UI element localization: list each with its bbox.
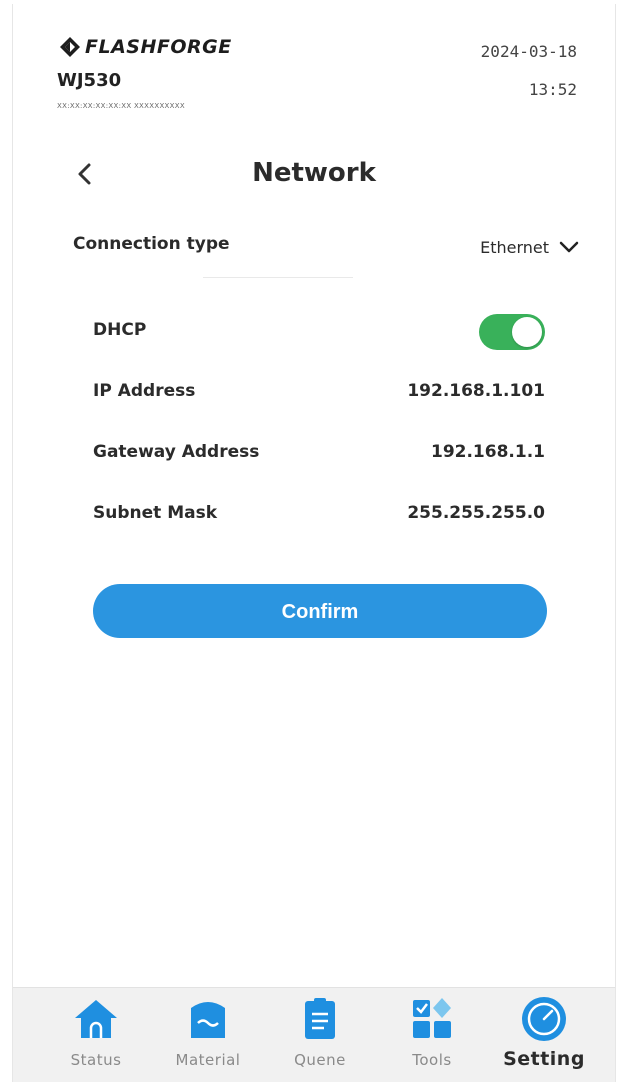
dhcp-row: DHCP xyxy=(93,310,545,371)
connection-type-row: Connection type Ethernet xyxy=(73,232,579,262)
bottom-nav: Status Material Quene Tools Setting xyxy=(13,987,615,1082)
dhcp-label: DHCP xyxy=(93,320,147,340)
device-id: XX:XX:XX:XX:XX:XX XXXXXXXXXX xyxy=(57,102,185,110)
material-icon xyxy=(191,1002,225,1038)
page-title: Network xyxy=(252,158,376,188)
ip-address-value: 192.168.1.101 xyxy=(407,381,545,401)
brand-text: FLASHFORGE xyxy=(85,36,232,58)
app-screen: FLASHFORGE WJ530 XX:XX:XX:XX:XX:XX XXXXX… xyxy=(12,4,616,1082)
chevron-down-icon xyxy=(559,241,579,253)
nav-label-setting: Setting xyxy=(503,1048,585,1070)
gateway-address-label: Gateway Address xyxy=(93,442,260,462)
header: FLASHFORGE WJ530 XX:XX:XX:XX:XX:XX XXXXX… xyxy=(13,4,615,124)
gateway-address-row: Gateway Address 192.168.1.1 xyxy=(93,432,545,493)
nav-label-tools: Tools xyxy=(412,1051,452,1069)
flashforge-logo-icon xyxy=(60,37,80,57)
ip-address-label: IP Address xyxy=(93,381,196,401)
queue-icon xyxy=(305,998,335,1039)
gateway-address-value: 192.168.1.1 xyxy=(430,442,545,462)
subnet-mask-row: Subnet Mask 255.255.255.0 xyxy=(93,493,545,554)
connection-type-value: Ethernet xyxy=(480,237,549,257)
brand-logo: FLASHFORGE xyxy=(59,36,232,58)
confirm-button[interactable]: Confirm xyxy=(93,584,547,638)
connection-type-label: Connection type xyxy=(73,234,230,254)
toggle-knob xyxy=(512,317,542,347)
time-display: 13:52 xyxy=(528,80,577,99)
setting-icon xyxy=(522,997,566,1041)
divider xyxy=(203,277,353,278)
subnet-mask-value: 255.255.255.0 xyxy=(407,503,545,523)
nav-label-material: Material xyxy=(175,1051,241,1069)
title-bar: Network xyxy=(13,152,615,198)
nav-item-tools[interactable]: Tools xyxy=(377,994,487,1080)
home-icon xyxy=(75,1000,117,1038)
connection-type-dropdown[interactable]: Ethernet xyxy=(480,232,579,262)
nav-item-status[interactable]: Status xyxy=(41,994,151,1080)
ip-address-row: IP Address 192.168.1.101 xyxy=(93,371,545,432)
date-display: 2024-03-18 xyxy=(480,42,577,61)
subnet-mask-label: Subnet Mask xyxy=(93,503,218,523)
device-name: WJ530 xyxy=(57,70,122,91)
dhcp-toggle[interactable] xyxy=(479,314,545,350)
nav-label-queue: Quene xyxy=(294,1051,346,1069)
nav-label-status: Status xyxy=(70,1051,122,1069)
nav-item-queue[interactable]: Quene xyxy=(265,994,375,1080)
nav-item-material[interactable]: Material xyxy=(153,994,263,1080)
tools-icon xyxy=(413,998,451,1038)
network-settings: DHCP IP Address 192.168.1.101 Gateway Ad… xyxy=(93,310,545,554)
nav-item-setting[interactable]: Setting xyxy=(489,994,599,1080)
